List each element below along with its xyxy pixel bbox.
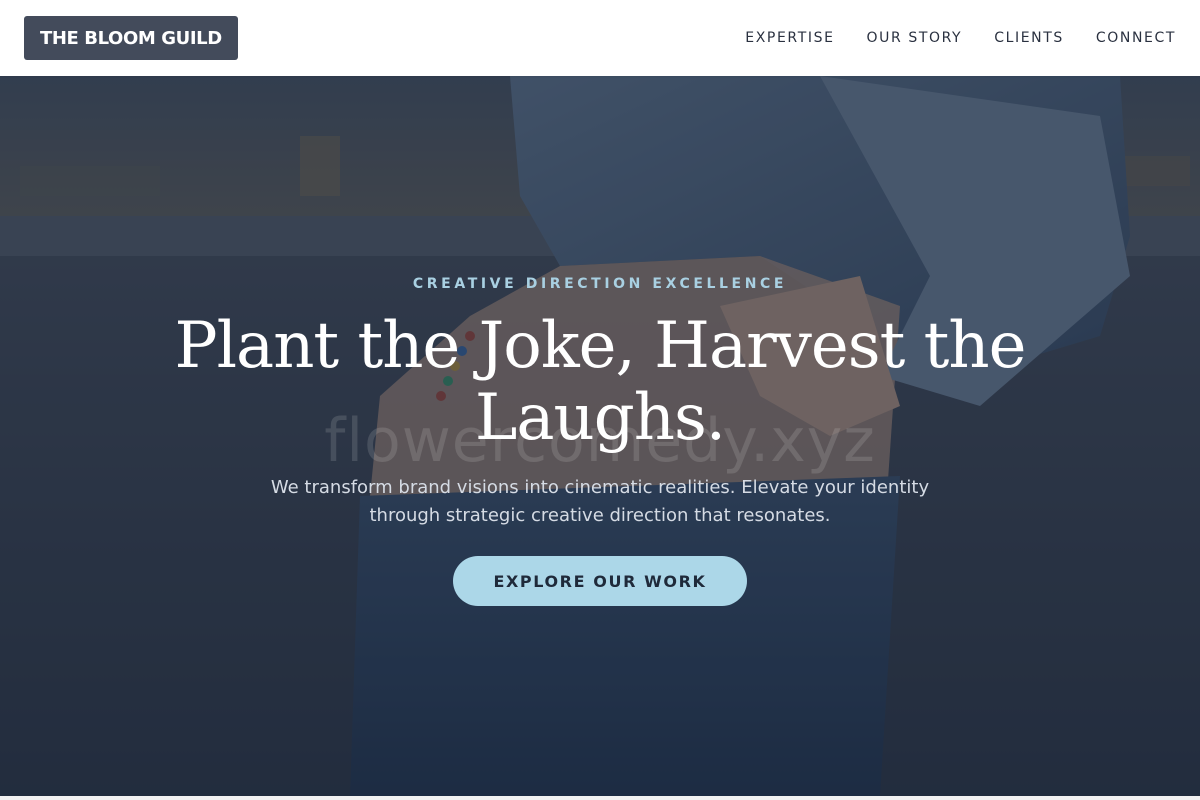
explore-work-button[interactable]: EXPLORE OUR WORK (453, 556, 747, 606)
hero-headline: Plant the Joke, Harvest the Laughs. (174, 309, 1027, 455)
main-nav: EXPERTISE OUR STORY CLIENTS CONNECT (745, 30, 1176, 46)
hero-content: CREATIVE DIRECTION EXCELLENCE Plant the … (0, 76, 1200, 796)
hero-section: flowercomedy.xyz CREATIVE DIRECTION EXCE… (0, 76, 1200, 796)
hero-eyebrow: CREATIVE DIRECTION EXCELLENCE (412, 276, 788, 292)
brand-logo[interactable]: THE BLOOM GUILD (24, 16, 238, 60)
nav-item-expertise[interactable]: EXPERTISE (745, 30, 834, 46)
nav-item-our-story[interactable]: OUR STORY (867, 30, 963, 46)
hero-subtext: We transform brand visions into cinemati… (270, 477, 930, 526)
page-bottom-strip (0, 796, 1200, 800)
nav-item-connect[interactable]: CONNECT (1096, 30, 1176, 46)
site-header: THE BLOOM GUILD EXPERTISE OUR STORY CLIE… (0, 0, 1200, 76)
nav-item-clients[interactable]: CLIENTS (994, 30, 1064, 46)
